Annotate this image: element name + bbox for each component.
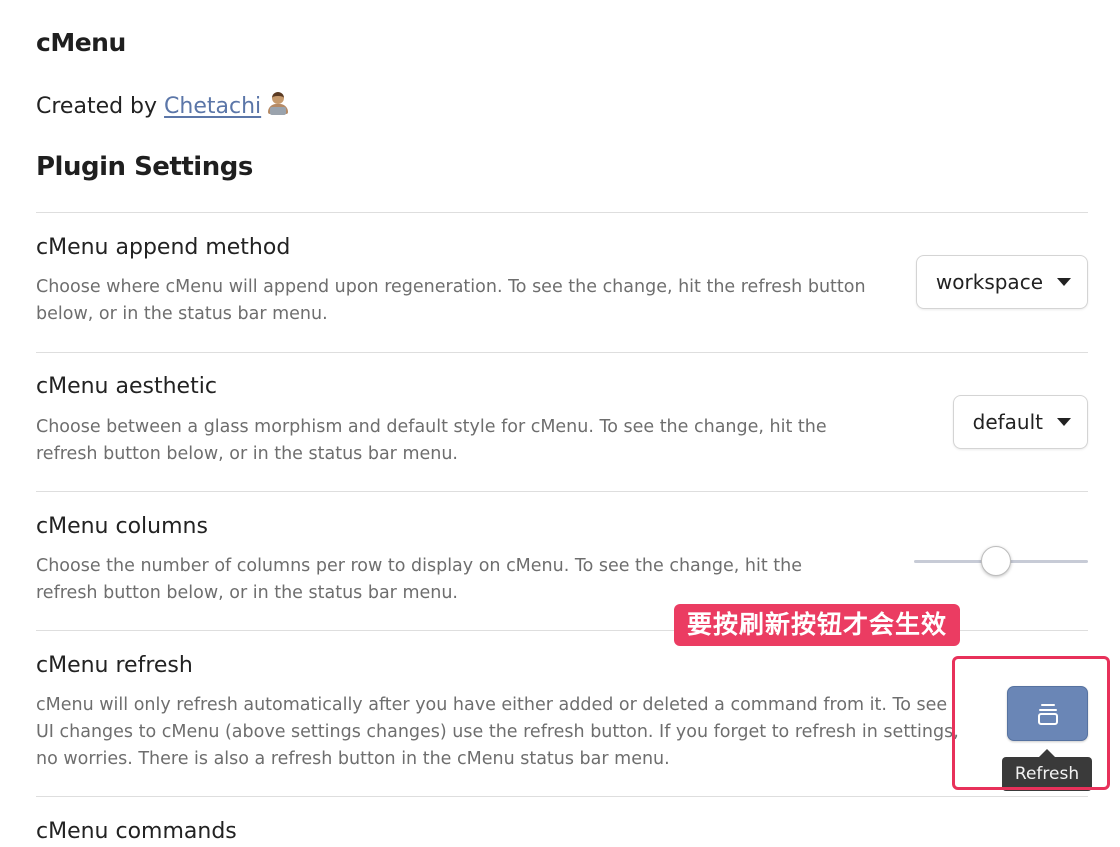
created-by-line: Created by Chetachi: [36, 92, 289, 119]
setting-name: cMenu columns: [36, 514, 208, 539]
setting-commands: cMenu commands: [36, 796, 1088, 847]
author-link[interactable]: Chetachi: [164, 92, 289, 119]
created-by-prefix: Created by: [36, 94, 165, 119]
setting-refresh: cMenu refresh cMenu will only refresh au…: [36, 630, 1088, 797]
caret-down-icon: [1057, 418, 1071, 426]
setting-name: cMenu commands: [36, 819, 237, 844]
append-method-dropdown[interactable]: workspace: [915, 255, 1088, 309]
woman-technologist-emoji-icon: [267, 92, 289, 116]
caret-down-icon: [1057, 278, 1071, 286]
setting-aesthetic: cMenu aesthetic Choose between a glass m…: [36, 352, 1088, 492]
slider-thumb[interactable]: [981, 546, 1011, 576]
dropdown-value: workspace: [935, 270, 1043, 294]
aesthetic-dropdown[interactable]: default: [952, 395, 1088, 449]
setting-description: Choose between a glass morphism and defa…: [36, 417, 827, 464]
annotation-label: 要按刷新按钮才会生效: [674, 604, 961, 646]
setting-append-method: cMenu append method Choose where cMenu w…: [36, 212, 1088, 353]
dropdown-value: default: [972, 410, 1043, 434]
setting-description: Choose the number of columns per row to …: [36, 556, 802, 603]
author-name: Chetachi: [164, 94, 262, 119]
setting-name: cMenu refresh: [36, 653, 193, 678]
annotation-highlight-box: [952, 656, 1110, 790]
section-title: Plugin Settings: [36, 152, 253, 182]
setting-description: Choose where cMenu will append upon rege…: [36, 277, 866, 324]
columns-slider[interactable]: [914, 546, 1088, 576]
setting-description: cMenu will only refresh automatically af…: [36, 695, 959, 769]
setting-name: cMenu aesthetic: [36, 374, 217, 399]
setting-name: cMenu append method: [36, 235, 291, 260]
page-title: cMenu: [36, 28, 126, 57]
